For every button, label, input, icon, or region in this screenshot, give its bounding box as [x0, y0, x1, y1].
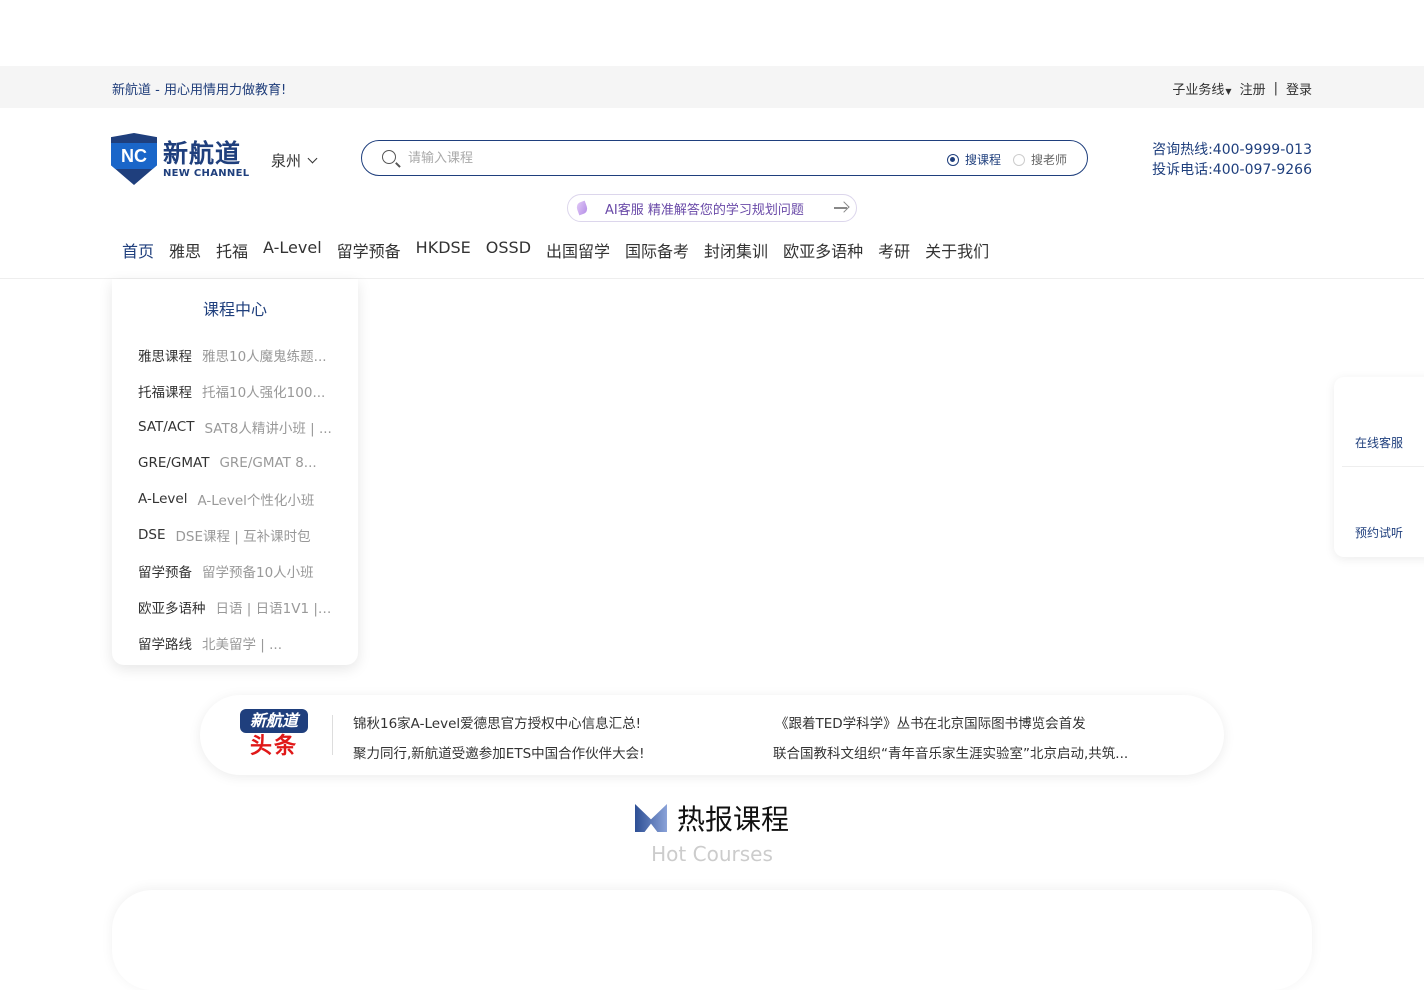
nav-item-ossd[interactable]: OSSD [486, 238, 531, 262]
course-menu-item[interactable]: 托福课程 托福10人强化100... [112, 373, 334, 409]
divider [332, 715, 333, 755]
nav-item-ielts[interactable]: 雅思 [169, 238, 201, 262]
course-menu-item[interactable]: GRE/GMAT GRE/GMAT 8... [112, 445, 334, 481]
course-menu-item[interactable]: 留学预备 留学预备10人小班 [112, 553, 334, 589]
nav-item-study-abroad[interactable]: 出国留学 [546, 238, 610, 262]
nav-item-languages[interactable]: 欧亚多语种 [783, 238, 863, 262]
hot-courses-heading: 热报课程 Hot Courses [0, 798, 1424, 866]
divider [1342, 466, 1424, 467]
radio-unselected-icon [1013, 153, 1025, 166]
book-icon [635, 804, 667, 832]
headline-brand-top: 新航道 [240, 709, 308, 733]
course-desc[interactable]: 托福10人强化100... [202, 381, 334, 401]
nav-item-hkdse[interactable]: HKDSE [416, 238, 471, 262]
course-menu-item[interactable]: 留学路线 北美留学 | ... [112, 625, 334, 661]
slogan: 新航道 - 用心用情用力做教育! [112, 83, 287, 98]
search-course-label: 搜课程 [965, 153, 1002, 167]
search-course-radio[interactable]: 搜课程 [947, 151, 1001, 168]
ai-banner-text: AI客服 精准解答您的学习规划问题 [605, 202, 804, 218]
section-subtitle: Hot Courses [651, 842, 773, 866]
course-menu-item[interactable]: A-Level A-Level个性化小班 [112, 481, 334, 517]
logo-cn: 新航道 [163, 138, 242, 168]
complaint-hotline: 投诉电话:400-097-9266 [1152, 162, 1312, 178]
business-line-label: 子业务线 [1172, 83, 1225, 98]
radio-selected-icon [947, 153, 959, 166]
course-menu-title: 课程中心 [202, 300, 267, 319]
search-teacher-radio[interactable]: 搜老师 [1013, 151, 1067, 168]
search-teacher-label: 搜老师 [1031, 153, 1068, 167]
register-link[interactable]: 注册 [1240, 79, 1266, 98]
course-desc[interactable]: GRE/GMAT 8... [219, 455, 334, 471]
course-desc[interactable]: SAT8人精讲小班 | ... [204, 417, 334, 437]
search-icon[interactable] [382, 150, 396, 164]
hotline-info: 咨询热线:400-9999-013 投诉电话:400-097-9266 [1152, 140, 1312, 180]
city-selector[interactable]: 泉州 [271, 150, 318, 171]
course-desc[interactable]: 雅思10人魔鬼练题... [202, 345, 334, 365]
headline-brand-bottom: 头条 [249, 734, 298, 759]
course-desc[interactable]: DSE课程 | 互补课时包 [176, 525, 335, 545]
ai-service-banner[interactable]: AI客服 精准解答您的学习规划问题 [567, 194, 857, 222]
hot-courses-card [112, 890, 1312, 990]
nav-item-intl-exam[interactable]: 国际备考 [625, 238, 689, 262]
course-name: GRE/GMAT [138, 455, 210, 471]
main-nav: 首页 雅思 托福 A-Level 留学预备 HKDSE OSSD 出国留学 国际… [122, 238, 989, 262]
course-name: SAT/ACT [138, 419, 195, 435]
nav-item-about[interactable]: 关于我们 [925, 238, 989, 262]
top-links: 子业务线▼ 注册 | 登录 [1172, 79, 1312, 98]
caret-down-icon: ▼ [1225, 87, 1232, 96]
nav-item-alevel[interactable]: A-Level [263, 238, 322, 262]
course-name: 雅思课程 [138, 349, 192, 365]
nav-item-postgrad[interactable]: 考研 [878, 238, 910, 262]
course-menu-item[interactable]: 欧亚多语种 日语 | 日语1V1 | ... [112, 589, 334, 625]
course-menu-item[interactable]: 雅思课程 雅思10人魔鬼练题... [112, 337, 334, 373]
course-name: 欧亚多语种 [138, 601, 206, 617]
top-bar: 新航道 - 用心用情用力做教育! 子业务线▼ 注册 | 登录 [0, 66, 1424, 108]
chevron-down-icon [307, 153, 318, 164]
consult-hotline: 咨询热线:400-9999-013 [1152, 142, 1312, 158]
news-link[interactable]: 联合国教科文组织“青年音乐家生涯实验室”北京启动,共筑... [773, 742, 1128, 762]
course-menu-item[interactable]: DSE DSE课程 | 互补课时包 [112, 517, 334, 553]
business-line-dropdown[interactable]: 子业务线▼ [1172, 79, 1231, 98]
news-link[interactable]: 《跟着TED学科学》丛书在北京国际图书博览会首发 [775, 712, 1086, 732]
course-center-menu: 课程中心 雅思课程 雅思10人魔鬼练题... 托福课程 托福10人强化100... … [112, 279, 358, 665]
course-name: 留学路线 [138, 637, 192, 653]
site-logo[interactable]: NC 新航道 NEW CHANNEL [111, 132, 253, 186]
floating-service-panel: 在线客服 预约试听 [1334, 377, 1424, 557]
nav-item-home[interactable]: 首页 [122, 238, 154, 262]
course-desc[interactable]: 留学预备10人小班 [202, 561, 334, 581]
headline-brand-logo: 新航道 头条 [240, 709, 308, 761]
course-desc[interactable]: 北美留学 | ... [202, 633, 334, 653]
nav-item-pre-study[interactable]: 留学预备 [337, 238, 401, 262]
nav-item-toefl[interactable]: 托福 [216, 238, 248, 262]
headline-news-bar: 新航道 头条 锦秋16家A-Level爱德思官方授权中心信息汇总! 聚力同行,新… [200, 695, 1224, 775]
course-name: A-Level [138, 491, 188, 507]
course-desc[interactable]: 日语 | 日语1V1 | ... [216, 597, 335, 617]
news-link[interactable]: 锦秋16家A-Level爱德思官方授权中心信息汇总! [353, 712, 641, 732]
search-input[interactable] [408, 147, 928, 169]
book-trial-button[interactable]: 预约试听 [1355, 524, 1403, 541]
logo-text: 新航道 NEW CHANNEL [163, 138, 250, 179]
course-name: DSE [138, 527, 166, 543]
logo-shield-icon: NC [111, 133, 157, 185]
online-service-button[interactable]: 在线客服 [1355, 434, 1403, 451]
login-link[interactable]: 登录 [1286, 79, 1312, 98]
course-desc[interactable]: A-Level个性化小班 [197, 489, 334, 509]
ai-leaf-icon [575, 200, 589, 216]
news-link[interactable]: 聚力同行,新航道受邀参加ETS中国合作伙伴大会! [353, 742, 645, 762]
logo-mark: NC [121, 146, 147, 166]
arrow-right-icon [834, 201, 848, 215]
search-bar: 搜课程 搜老师 [361, 140, 1088, 176]
logo-en: NEW CHANNEL [163, 167, 250, 179]
course-name: 留学预备 [138, 565, 192, 581]
city-label: 泉州 [271, 152, 302, 170]
separator: | [1273, 81, 1278, 96]
course-name: 托福课程 [138, 385, 192, 401]
section-title: 热报课程 [676, 803, 789, 836]
nav-item-bootcamp[interactable]: 封闭集训 [704, 238, 768, 262]
course-menu-item[interactable]: SAT/ACT SAT8人精讲小班 | ... [112, 409, 334, 445]
